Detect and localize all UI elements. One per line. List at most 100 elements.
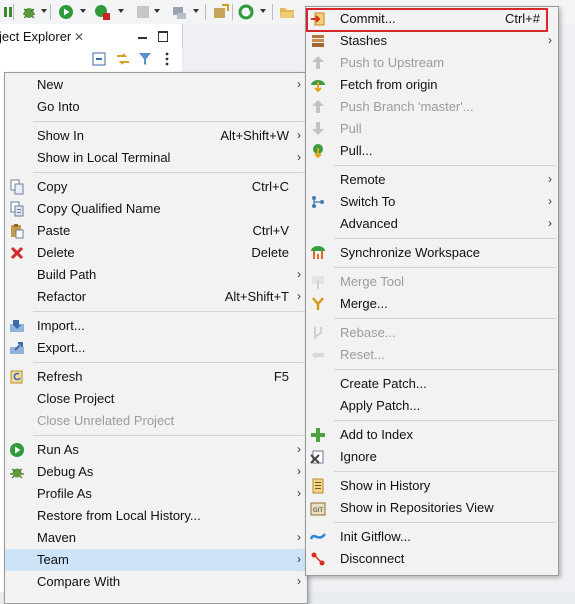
chevron-right-icon: ›	[297, 486, 301, 500]
menu-separator	[33, 362, 305, 363]
debug-icon[interactable]	[20, 3, 38, 21]
open-folder-icon[interactable]	[278, 3, 296, 21]
menu-item-delete[interactable]: Delete Delete	[5, 242, 307, 264]
menu-item-refresh[interactable]: Refresh F5	[5, 366, 307, 388]
stop-dropdown-arrow[interactable]	[154, 9, 160, 13]
menu-separator	[334, 471, 556, 472]
gitflow-icon	[310, 529, 326, 545]
menu-item-new[interactable]: New ›	[5, 74, 307, 96]
chevron-right-icon: ›	[297, 530, 301, 544]
minimize-icon[interactable]	[138, 37, 147, 39]
stash-icon	[310, 33, 326, 49]
menu-item-label: Push Branch 'master'...	[340, 99, 474, 114]
menu-item-label: Restore from Local History...	[37, 508, 201, 523]
run-dropdown-arrow[interactable]	[80, 9, 86, 13]
menu-item-merge[interactable]: Merge...	[306, 293, 558, 315]
menu-item-apply-patch[interactable]: Apply Patch...	[306, 395, 558, 417]
maximize-icon[interactable]	[158, 31, 168, 42]
menu-item-run-as[interactable]: Run As ›	[5, 439, 307, 461]
menu-separator	[334, 238, 556, 239]
menu-item-label: Init Gitflow...	[340, 529, 411, 544]
refresh-green-icon[interactable]	[237, 3, 255, 21]
menu-item-synchronize-workspace[interactable]: Synchronize Workspace	[306, 242, 558, 264]
run-icon[interactable]	[57, 3, 75, 21]
menu-item-team[interactable]: Team ›	[5, 549, 307, 571]
filter-icon[interactable]	[138, 51, 152, 70]
run-config-dropdown-arrow[interactable]	[118, 9, 124, 13]
refresh-icon	[9, 369, 25, 385]
menu-item-label: Add to Index	[340, 427, 413, 442]
menu-item-show-in-history[interactable]: Show in History	[306, 475, 558, 497]
menu-item-show-in-local-terminal[interactable]: Show in Local Terminal ›	[5, 147, 307, 169]
menu-item-label: Maven	[37, 530, 77, 545]
shortcut-label: Alt+Shift+T	[224, 289, 289, 304]
menu-item-disconnect[interactable]: Disconnect	[306, 548, 558, 570]
menu-item-label: Copy	[37, 179, 68, 194]
menu-item-copy[interactable]: Copy Ctrl+C	[5, 176, 307, 198]
copy-qualified-icon	[9, 201, 25, 217]
menu-item-import[interactable]: Import...	[5, 315, 307, 337]
menu-item-switch-to[interactable]: Switch To ›	[306, 191, 558, 213]
menu-item-profile-as[interactable]: Profile As ›	[5, 483, 307, 505]
toolbar-separator	[50, 4, 51, 20]
menu-item-refactor[interactable]: Refactor Alt+Shift+T ›	[5, 286, 307, 308]
menu-item-label: Apply Patch...	[340, 398, 421, 413]
ignore-icon	[310, 449, 326, 465]
menu-item-fetch-from-origin[interactable]: Fetch from origin	[306, 74, 558, 96]
menu-item-label: Merge Tool	[340, 274, 405, 289]
menu-item-advanced[interactable]: Advanced ›	[306, 213, 558, 235]
menu-item-label: Remote	[340, 172, 386, 187]
menu-separator	[334, 165, 556, 166]
menu-item-go-into[interactable]: Go Into	[5, 96, 307, 118]
menu-item-build-path[interactable]: Build Path ›	[5, 264, 307, 286]
menu-item-close-project[interactable]: Close Project	[5, 388, 307, 410]
menu-item-label: Refactor	[37, 289, 87, 304]
chevron-right-icon: ›	[297, 442, 301, 456]
menu-item-label: Close Project	[37, 391, 115, 406]
menu-item-label: Copy Qualified Name	[37, 201, 161, 216]
menu-item-label: Fetch from origin	[340, 77, 438, 92]
menu-item-debug-as[interactable]: Debug As ›	[5, 461, 307, 483]
menu-item-init-gitflow[interactable]: Init Gitflow...	[306, 526, 558, 548]
stop-icon[interactable]	[134, 3, 152, 21]
menu-item-create-patch[interactable]: Create Patch...	[306, 373, 558, 395]
refresh-dropdown-arrow[interactable]	[260, 9, 266, 13]
menu-item-paste[interactable]: Paste Ctrl+V	[5, 220, 307, 242]
collapse-all-icon[interactable]	[92, 52, 106, 69]
team-submenu: Commit... Ctrl+# Stashes › Push to Upstream F…	[305, 6, 559, 576]
import-icon	[9, 318, 25, 334]
menu-item-compare-with[interactable]: Compare With ›	[5, 571, 307, 593]
external-tools-icon[interactable]	[170, 3, 188, 21]
menu-item-label: Run As	[37, 442, 79, 457]
external-tools-dropdown-arrow[interactable]	[193, 9, 199, 13]
new-package-icon[interactable]	[212, 3, 230, 21]
debug-dropdown-arrow[interactable]	[41, 9, 47, 13]
chevron-right-icon: ›	[548, 172, 552, 186]
menu-item-label: New	[37, 77, 64, 92]
menu-item-show-in-repositories-view[interactable]: GIT Show in Repositories View	[306, 497, 558, 519]
menu-separator	[334, 522, 556, 523]
menu-item-export[interactable]: Export...	[5, 337, 307, 359]
project-explorer-tab[interactable]: ject Explorer ✕	[0, 24, 183, 48]
menu-item-stashes[interactable]: Stashes ›	[306, 30, 558, 52]
menu-item-restore-from-local-history[interactable]: Restore from Local History...	[5, 505, 307, 527]
chevron-right-icon: ›	[297, 574, 301, 588]
link-with-editor-icon[interactable]	[115, 51, 131, 70]
add-index-icon	[310, 427, 326, 443]
menu-item-show-in[interactable]: Show In Alt+Shift+W ›	[5, 125, 307, 147]
chevron-right-icon: ›	[297, 150, 301, 164]
explorer-toolbar	[0, 48, 182, 72]
toolbar-separator	[272, 4, 273, 20]
chevron-right-icon: ›	[297, 77, 301, 91]
view-menu-icon[interactable]	[164, 51, 170, 70]
menu-item-label: Go Into	[37, 99, 80, 114]
menu-item-pull-dialog[interactable]: Pull...	[306, 140, 558, 162]
menu-item-add-to-index[interactable]: Add to Index	[306, 424, 558, 446]
menu-item-copy-qualified-name[interactable]: Copy Qualified Name	[5, 198, 307, 220]
close-icon[interactable]: ✕	[74, 30, 84, 44]
menu-item-remote[interactable]: Remote ›	[306, 169, 558, 191]
step-icon[interactable]	[0, 3, 18, 21]
menu-item-maven[interactable]: Maven ›	[5, 527, 307, 549]
run-config-icon[interactable]	[93, 3, 111, 21]
menu-item-ignore[interactable]: Ignore	[306, 446, 558, 468]
